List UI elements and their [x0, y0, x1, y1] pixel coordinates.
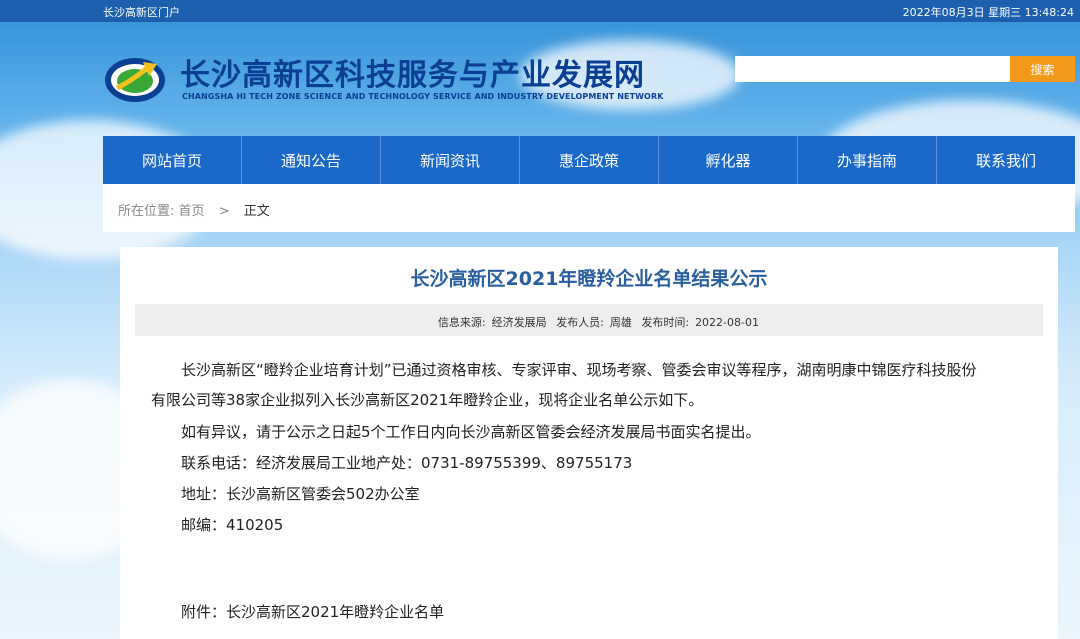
breadcrumb-home-link[interactable]: 首页: [179, 204, 205, 219]
top-bar: 长沙高新区门户 2022年08月3日 星期三 13:48:24: [0, 0, 1080, 22]
main-nav: 网站首页 通知公告 新闻资讯 惠企政策 孵化器 办事指南 联系我们: [103, 136, 1075, 184]
search-button[interactable]: 搜索: [1010, 56, 1075, 82]
breadcrumb-current: 正文: [243, 204, 270, 219]
globe-arrow-logo-icon[interactable]: [103, 50, 167, 106]
paragraph-line: 如有异议，请于公示之日起5个工作日内向长沙高新区管委会经济发展局书面实名提出。: [181, 423, 761, 441]
nav-item-guide[interactable]: 办事指南: [798, 136, 937, 184]
search-input[interactable]: [735, 56, 1010, 82]
meta-time: 2022-08-01: [695, 316, 759, 329]
contact-line: 联系电话：经济发展局工业地产处：0731-89755399、89755173: [181, 454, 633, 472]
site-subtitle: CHANGSHA HI TECH ZONE SCIENCE AND TECHNO…: [182, 92, 664, 101]
nav-item-incubator[interactable]: 孵化器: [659, 136, 798, 184]
paragraph-line: 有限公司等38家企业拟列入长沙高新区2021年瞪羚企业，现将企业名单公示如下。: [151, 391, 704, 409]
attachment-link[interactable]: 附件：长沙高新区2021年瞪羚企业名单: [181, 601, 444, 622]
article-title: 长沙高新区2021年瞪羚企业名单结果公示: [410, 268, 768, 290]
meta-source-label: 信息来源:: [437, 316, 486, 329]
nav-item-policy[interactable]: 惠企政策: [520, 136, 659, 184]
breadcrumb: 所在位置: 首页 > 正文: [103, 184, 1075, 232]
site-title: 长沙高新区科技服务与产业发展网: [180, 58, 645, 93]
meta-time-label: 发布时间:: [641, 316, 690, 329]
article-panel: 长沙高新区2021年瞪羚企业名单结果公示 信息来源: 经济发展局 发布人员: 周雄 …: [120, 247, 1058, 639]
meta-source: 经济发展局: [491, 316, 547, 329]
article-meta: 信息来源: 经济发展局 发布人员: 周雄 发布时间: 2022-08-01: [135, 304, 1043, 336]
postcode-line: 邮编：410205: [181, 516, 284, 534]
breadcrumb-separator: >: [218, 204, 230, 219]
address-line: 地址：长沙高新区管委会502办公室: [181, 485, 420, 503]
datetime-display: 2022年08月3日 星期三 13:48:24: [902, 6, 1074, 19]
paragraph-line: 长沙高新区“瞪羚企业培育计划”已通过资格审核、专家评审、现场考察、管委会审议等程…: [181, 361, 977, 379]
portal-link[interactable]: 长沙高新区门户: [103, 4, 180, 20]
meta-author-label: 发布人员:: [556, 316, 604, 329]
nav-item-news[interactable]: 新闻资讯: [381, 136, 520, 184]
nav-item-contact[interactable]: 联系我们: [937, 136, 1075, 184]
breadcrumb-prefix: 所在位置:: [118, 204, 175, 219]
nav-item-home[interactable]: 网站首页: [103, 136, 242, 184]
meta-author: 周雄: [609, 316, 632, 329]
nav-item-notices[interactable]: 通知公告: [242, 136, 381, 184]
